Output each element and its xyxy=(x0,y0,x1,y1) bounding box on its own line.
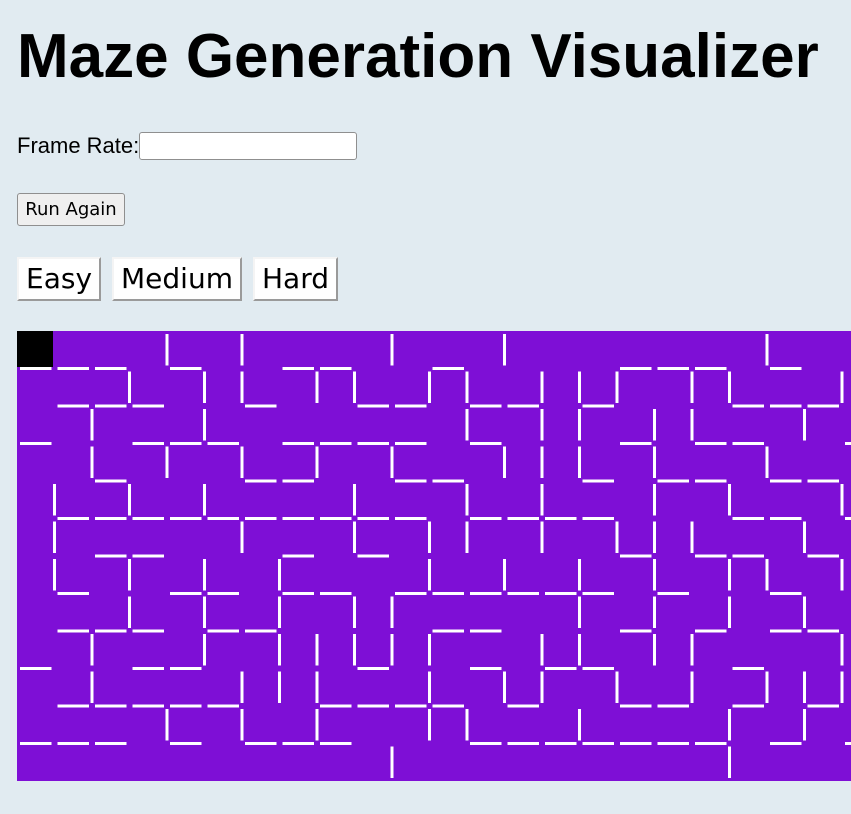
frame-rate-row: Frame Rate: xyxy=(17,130,358,162)
maze-canvas xyxy=(17,331,851,781)
difficulty-buttons: Easy Medium Hard xyxy=(17,257,338,301)
run-again-button[interactable]: Run Again xyxy=(17,193,125,226)
easy-button[interactable]: Easy xyxy=(17,257,102,301)
current-cell xyxy=(17,331,53,367)
frame-rate-label: Frame Rate: xyxy=(17,133,140,158)
page: Maze Generation Visualizer Frame Rate: R… xyxy=(0,0,851,814)
medium-button[interactable]: Medium xyxy=(112,257,242,301)
hard-button[interactable]: Hard xyxy=(252,257,338,301)
page-title: Maze Generation Visualizer xyxy=(17,22,819,91)
frame-rate-input[interactable] xyxy=(139,132,358,160)
